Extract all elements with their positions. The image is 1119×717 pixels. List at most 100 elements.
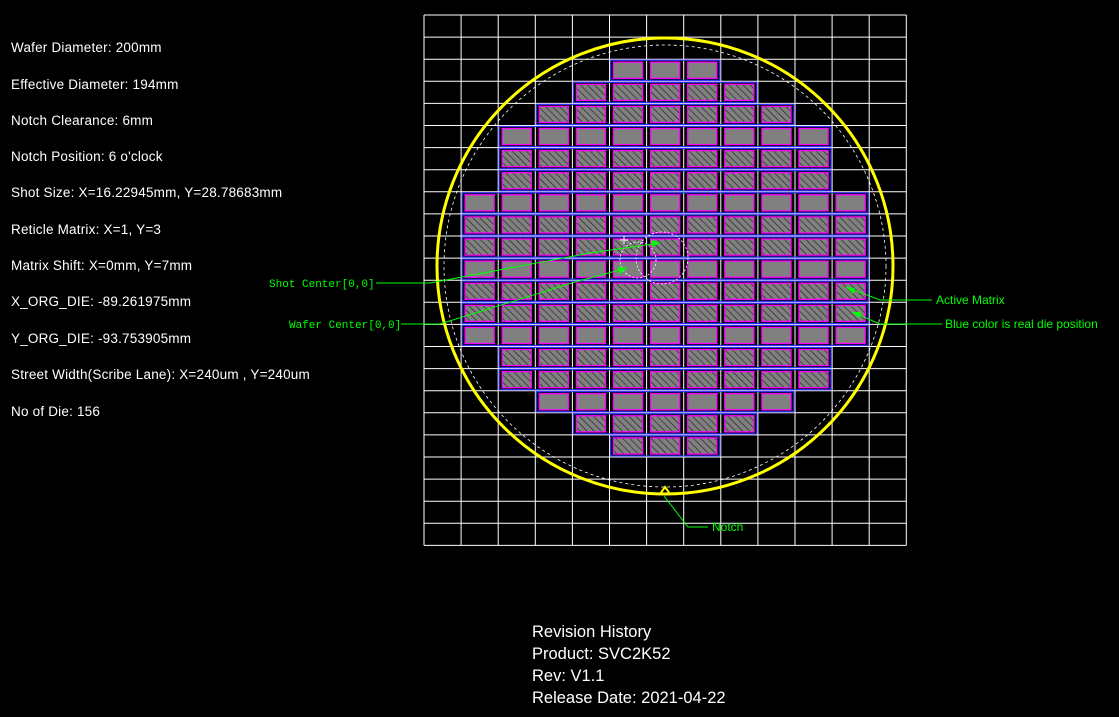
- die: [575, 304, 607, 323]
- die: [649, 194, 681, 212]
- die: [575, 326, 607, 345]
- die: [798, 370, 829, 389]
- die: [464, 216, 495, 234]
- die: [835, 216, 866, 234]
- die: [687, 393, 718, 411]
- die: [687, 172, 718, 190]
- die: [649, 149, 681, 168]
- die: [575, 149, 607, 168]
- die: [575, 348, 607, 367]
- die: [761, 304, 792, 323]
- die: [724, 348, 755, 367]
- die: [798, 304, 829, 323]
- die: [501, 172, 532, 190]
- die: [501, 216, 532, 234]
- die: [575, 370, 607, 389]
- die: [575, 127, 607, 146]
- die: [612, 437, 644, 455]
- die: [761, 172, 792, 190]
- die: [649, 393, 681, 411]
- die: [761, 326, 792, 345]
- die: [612, 326, 644, 345]
- die: [538, 105, 570, 124]
- die: [687, 415, 718, 433]
- die: [835, 326, 866, 345]
- revision-version: Rev: V1.1: [532, 667, 605, 685]
- die: [501, 304, 532, 323]
- die: [687, 304, 718, 323]
- die: [724, 83, 755, 102]
- die: [612, 194, 644, 212]
- die: [761, 348, 792, 367]
- die: [649, 127, 681, 146]
- die: [761, 238, 792, 256]
- die: [649, 105, 681, 124]
- die: [687, 238, 718, 256]
- revision-heading: Revision History: [532, 623, 652, 641]
- die: [649, 304, 681, 323]
- notch-label: Notch: [712, 520, 743, 534]
- die: [798, 127, 829, 146]
- die: [798, 216, 829, 234]
- die: [687, 61, 718, 79]
- die: [501, 149, 532, 168]
- die: [687, 127, 718, 146]
- die: [612, 172, 644, 190]
- die: [612, 105, 644, 124]
- die: [575, 194, 607, 212]
- die: [724, 370, 755, 389]
- die: [612, 61, 644, 79]
- die: [501, 348, 532, 367]
- die: [538, 216, 570, 234]
- die: [761, 194, 792, 212]
- die: [724, 304, 755, 323]
- revision-release-date: Release Date: 2021-04-22: [532, 689, 726, 707]
- revision-product: Product: SVC2K52: [532, 645, 671, 663]
- die: [649, 61, 681, 79]
- wafer-center-label: Wafer Center[0,0]: [289, 320, 401, 332]
- die: [687, 370, 718, 389]
- active-matrix-label: Active Matrix: [936, 293, 1005, 307]
- die: [501, 326, 532, 345]
- die: [575, 393, 607, 411]
- die: [538, 348, 570, 367]
- die: [501, 127, 532, 146]
- die: [649, 172, 681, 190]
- die: [649, 83, 681, 102]
- die: [724, 216, 755, 234]
- die: [464, 304, 495, 323]
- die: [798, 172, 829, 190]
- die: [687, 437, 718, 455]
- wafer-map: Shot Center[0,0] Wafer Center[0,0] Activ…: [269, 14, 1098, 546]
- die: [724, 105, 755, 124]
- die: [575, 105, 607, 124]
- die: [612, 415, 644, 433]
- die: [501, 194, 532, 212]
- die: [464, 326, 495, 345]
- die: [612, 393, 644, 411]
- die: [724, 282, 755, 300]
- die: [761, 216, 792, 234]
- die: [724, 172, 755, 190]
- die: [612, 216, 644, 234]
- die: [798, 149, 829, 168]
- die: [687, 105, 718, 124]
- die: [835, 194, 866, 212]
- die: [724, 393, 755, 411]
- die: [798, 326, 829, 345]
- die: [761, 282, 792, 300]
- die: [687, 194, 718, 212]
- die: [761, 393, 792, 411]
- die: [538, 393, 570, 411]
- die: [464, 282, 495, 300]
- die: [538, 127, 570, 146]
- die: [538, 194, 570, 212]
- die: [798, 260, 829, 278]
- die: [724, 415, 755, 433]
- die-position-label: Blue color is real die position: [945, 317, 1098, 331]
- die: [649, 282, 681, 300]
- die: [538, 370, 570, 389]
- die: [724, 238, 755, 256]
- die: [798, 348, 829, 367]
- die: [761, 105, 792, 124]
